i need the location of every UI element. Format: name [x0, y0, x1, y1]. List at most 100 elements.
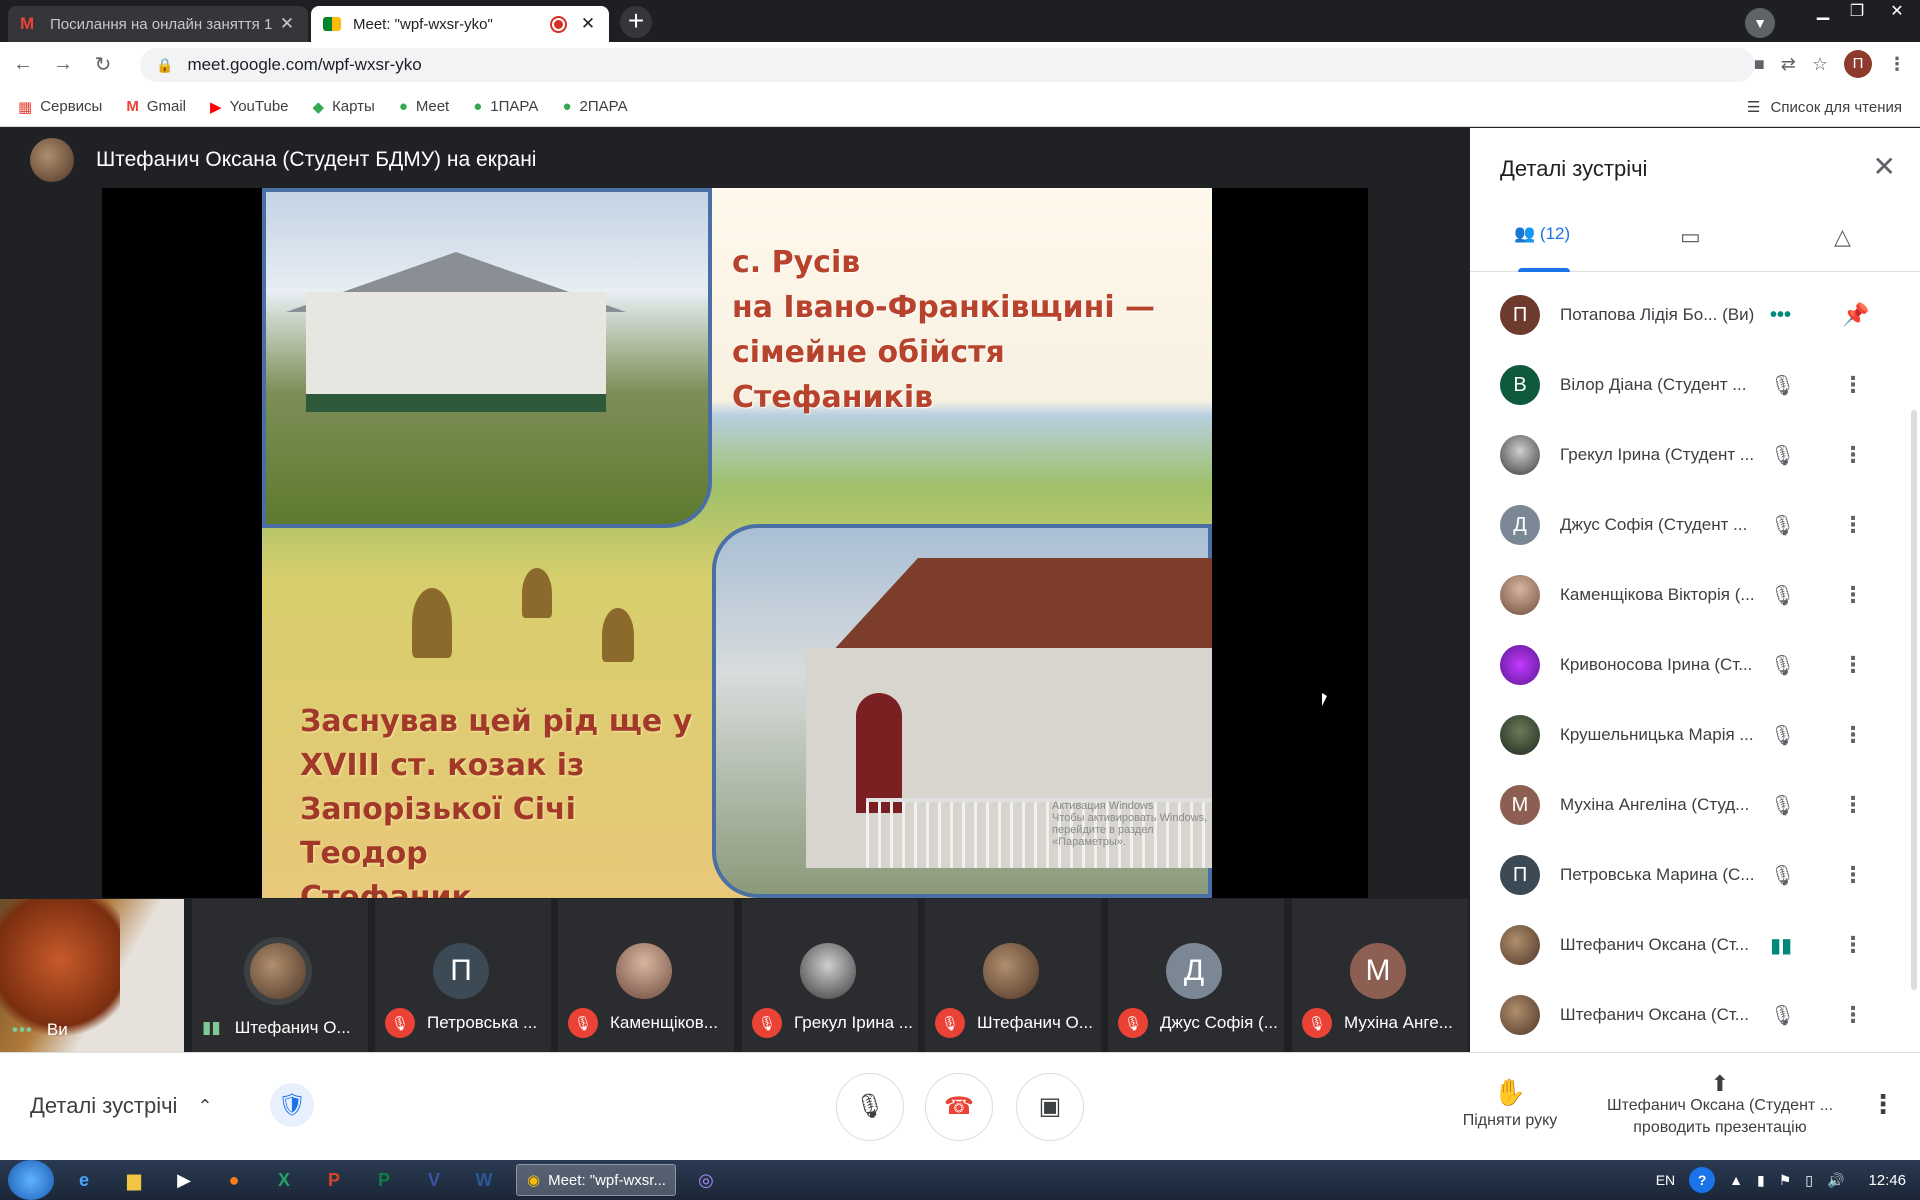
help-icon[interactable]: ?	[1689, 1167, 1716, 1193]
battery-icon[interactable]: ▯	[1805, 1172, 1813, 1189]
kebab-menu-icon[interactable]: ⋮	[1842, 372, 1864, 398]
list-item[interactable]: В Вілор Діана (Студент ... 🎙 ⋮	[1470, 350, 1920, 420]
tray-expand-icon[interactable]: ▲	[1729, 1172, 1743, 1188]
excel-icon[interactable]: X	[264, 1164, 304, 1196]
shared-screen[interactable]: с. Русів на Івано-Франківщині — сімейне …	[102, 188, 1368, 898]
publisher-icon[interactable]: P	[364, 1164, 404, 1196]
panel-scrollbar[interactable]	[1911, 410, 1917, 990]
firefox-icon[interactable]: ●	[214, 1164, 254, 1196]
list-item[interactable]: Крушельницька Марія ... 🎙 ⋮	[1470, 700, 1920, 770]
kebab-menu-icon[interactable]: ⋮	[1842, 442, 1864, 468]
kebab-menu-icon[interactable]: ⋮	[1842, 652, 1864, 678]
mic-off-icon: 🎙	[1770, 584, 1796, 607]
mic-off-icon: 🎙	[752, 1008, 782, 1038]
close-tab-icon[interactable]: ✕	[278, 14, 296, 34]
forward-icon[interactable]: →	[46, 53, 80, 76]
close-icon[interactable]: ✕	[1873, 150, 1896, 183]
list-item[interactable]: П Петровська Марина (С... 🎙 ⋮	[1470, 840, 1920, 910]
kebab-menu-icon[interactable]: ⋮	[1842, 512, 1864, 538]
participant-tile[interactable]: 🎙 Каменщіков...	[558, 899, 734, 1052]
bookmark-apps[interactable]: ▦ Сервисы	[18, 98, 102, 116]
word-icon[interactable]: W	[464, 1164, 504, 1196]
speaking-indicator-icon: ▮▮	[1770, 934, 1793, 957]
participant-tile[interactable]: Д 🎙 Джус Софія (...	[1108, 899, 1284, 1052]
participant-tile[interactable]: 🎙 Штефанич О...	[925, 899, 1101, 1052]
star-icon[interactable]: ☆	[1812, 54, 1828, 75]
taskbar-chrome-task[interactable]: ◉ Meet: "wpf-wxsr...	[516, 1164, 676, 1196]
bookmark-2para[interactable]: ● 2ПАРА	[562, 98, 627, 115]
microphone-button[interactable]: 🎙	[836, 1073, 904, 1141]
presentation-status-button[interactable]: ⬆ Штефанич Оксана (Студент ... проводить…	[1590, 1073, 1850, 1139]
internet-explorer-icon[interactable]: e	[64, 1164, 104, 1196]
participant-avatar: М	[1350, 943, 1406, 999]
powerpoint-icon[interactable]: P	[314, 1164, 354, 1196]
bookmark-youtube[interactable]: ▶ YouTube	[210, 98, 289, 116]
bookmark-meet[interactable]: ● Meet	[399, 98, 449, 115]
participant-tile[interactable]: М 🎙 Мухіна Анге...	[1292, 899, 1468, 1052]
camera-icon[interactable]: ■	[1754, 54, 1765, 75]
mic-off-icon: 🎙	[1770, 864, 1796, 887]
translate-icon[interactable]: ⇄	[1781, 54, 1796, 75]
input-language[interactable]: EN	[1656, 1172, 1675, 1188]
volume-icon[interactable]: 🔊	[1827, 1172, 1844, 1189]
bookmark-maps[interactable]: ◆ Карты	[313, 98, 375, 116]
list-item[interactable]: Каменщікова Вікторія (... 🎙 ⋮	[1470, 560, 1920, 630]
minimize-button[interactable]: ▁	[1806, 0, 1840, 28]
kebab-menu-icon[interactable]: ⋮	[1842, 582, 1864, 608]
tab-gmail[interactable]: M Посилання на онлайн заняття 1 ✕	[8, 6, 308, 42]
meeting-details-button[interactable]: Деталі зустрічі ⌃	[30, 1093, 213, 1119]
presenter-header: Штефанич Оксана (Студент БДМУ) на екрані	[30, 138, 536, 182]
kebab-menu-icon[interactable]: ⋮	[1842, 1002, 1864, 1028]
close-window-button[interactable]: ✕	[1874, 0, 1920, 28]
leave-call-button[interactable]: ☎	[925, 1073, 993, 1141]
start-button[interactable]	[8, 1160, 54, 1200]
raise-hand-button[interactable]: ✋ Підняти руку	[1440, 1077, 1580, 1130]
close-tab-icon[interactable]: ✕	[579, 14, 597, 34]
tab-people[interactable]: 👥 (12)	[1514, 224, 1570, 244]
back-icon[interactable]: ←	[6, 53, 40, 76]
profile-avatar[interactable]: П	[1844, 50, 1872, 78]
camera-button[interactable]: ▣	[1016, 1073, 1084, 1141]
participant-tile[interactable]: 🎙 Грекул Ірина ...	[742, 899, 918, 1052]
list-item[interactable]: Д Джус Софія (Студент ... 🎙 ⋮	[1470, 490, 1920, 560]
tab-meet[interactable]: Meet: "wpf-wxsr-yko" ✕	[311, 6, 609, 42]
reload-icon[interactable]: ↻	[86, 52, 120, 77]
list-item[interactable]: П Потапова Лідія Бо... (Ви) ••• 📌	[1470, 280, 1920, 350]
participant-avatar	[250, 943, 306, 999]
list-item[interactable]: Грекул Ірина (Студент ... 🎙 ⋮	[1470, 420, 1920, 490]
maximize-button[interactable]: ❐	[1840, 0, 1874, 28]
kebab-menu-icon[interactable]: ⋮	[1842, 862, 1864, 888]
pin-icon[interactable]: 📌	[1842, 302, 1869, 328]
network-icon[interactable]: ▮	[1757, 1172, 1765, 1189]
action-center-icon[interactable]: ⚑	[1779, 1172, 1792, 1189]
media-player-icon[interactable]: ▶	[164, 1164, 204, 1196]
slide-body-text: Заснував цей рід ще у XVIII ст. козак із…	[300, 704, 693, 898]
clock[interactable]: 12:46	[1868, 1172, 1906, 1189]
address-bar[interactable]: 🔒 meet.google.com/wpf-wxsr-yko	[140, 48, 1755, 82]
kebab-menu-icon[interactable]: ⋮	[1842, 722, 1864, 748]
security-shield-icon[interactable]: 🛡	[270, 1083, 314, 1127]
viber-icon[interactable]: ◎	[686, 1164, 726, 1196]
reading-list-button[interactable]: ☰ Список для чтения	[1747, 87, 1902, 127]
list-item[interactable]: М Мухіна Ангеліна (Студ... 🎙 ⋮	[1470, 770, 1920, 840]
new-tab-button[interactable]: +	[620, 6, 652, 38]
bookmark-1para[interactable]: ● 1ПАРА	[473, 98, 538, 115]
list-item[interactable]: Кривоносова Ірина (Ст... 🎙 ⋮	[1470, 630, 1920, 700]
mic-off-icon: 🎙	[1770, 794, 1796, 817]
participant-avatar	[1500, 715, 1540, 755]
list-item[interactable]: Штефанич Оксана (Ст... ▮▮ ⋮	[1470, 910, 1920, 980]
participant-tile[interactable]: П 🎙 Петровська ...	[375, 899, 551, 1052]
file-explorer-icon[interactable]: ▆	[114, 1164, 154, 1196]
kebab-menu-icon[interactable]: ⋮	[1842, 932, 1864, 958]
tab-activities[interactable]: △	[1834, 224, 1851, 250]
more-options-icon[interactable]: ⋮	[1870, 1089, 1896, 1120]
self-view-tile[interactable]: ••• Ви	[0, 899, 184, 1052]
tab-chat[interactable]: ▭	[1680, 224, 1701, 250]
chevron-down-icon[interactable]: ▼	[1745, 8, 1775, 38]
visio-icon[interactable]: V	[414, 1164, 454, 1196]
participant-tile[interactable]: ▮▮ Штефанич О...	[192, 899, 368, 1052]
bookmark-gmail[interactable]: M Gmail	[126, 98, 186, 115]
kebab-menu-icon[interactable]: ⋮	[1888, 54, 1906, 75]
kebab-menu-icon[interactable]: ⋮	[1842, 792, 1864, 818]
list-item[interactable]: Штефанич Оксана (Ст... 🎙 ⋮	[1470, 980, 1920, 1050]
